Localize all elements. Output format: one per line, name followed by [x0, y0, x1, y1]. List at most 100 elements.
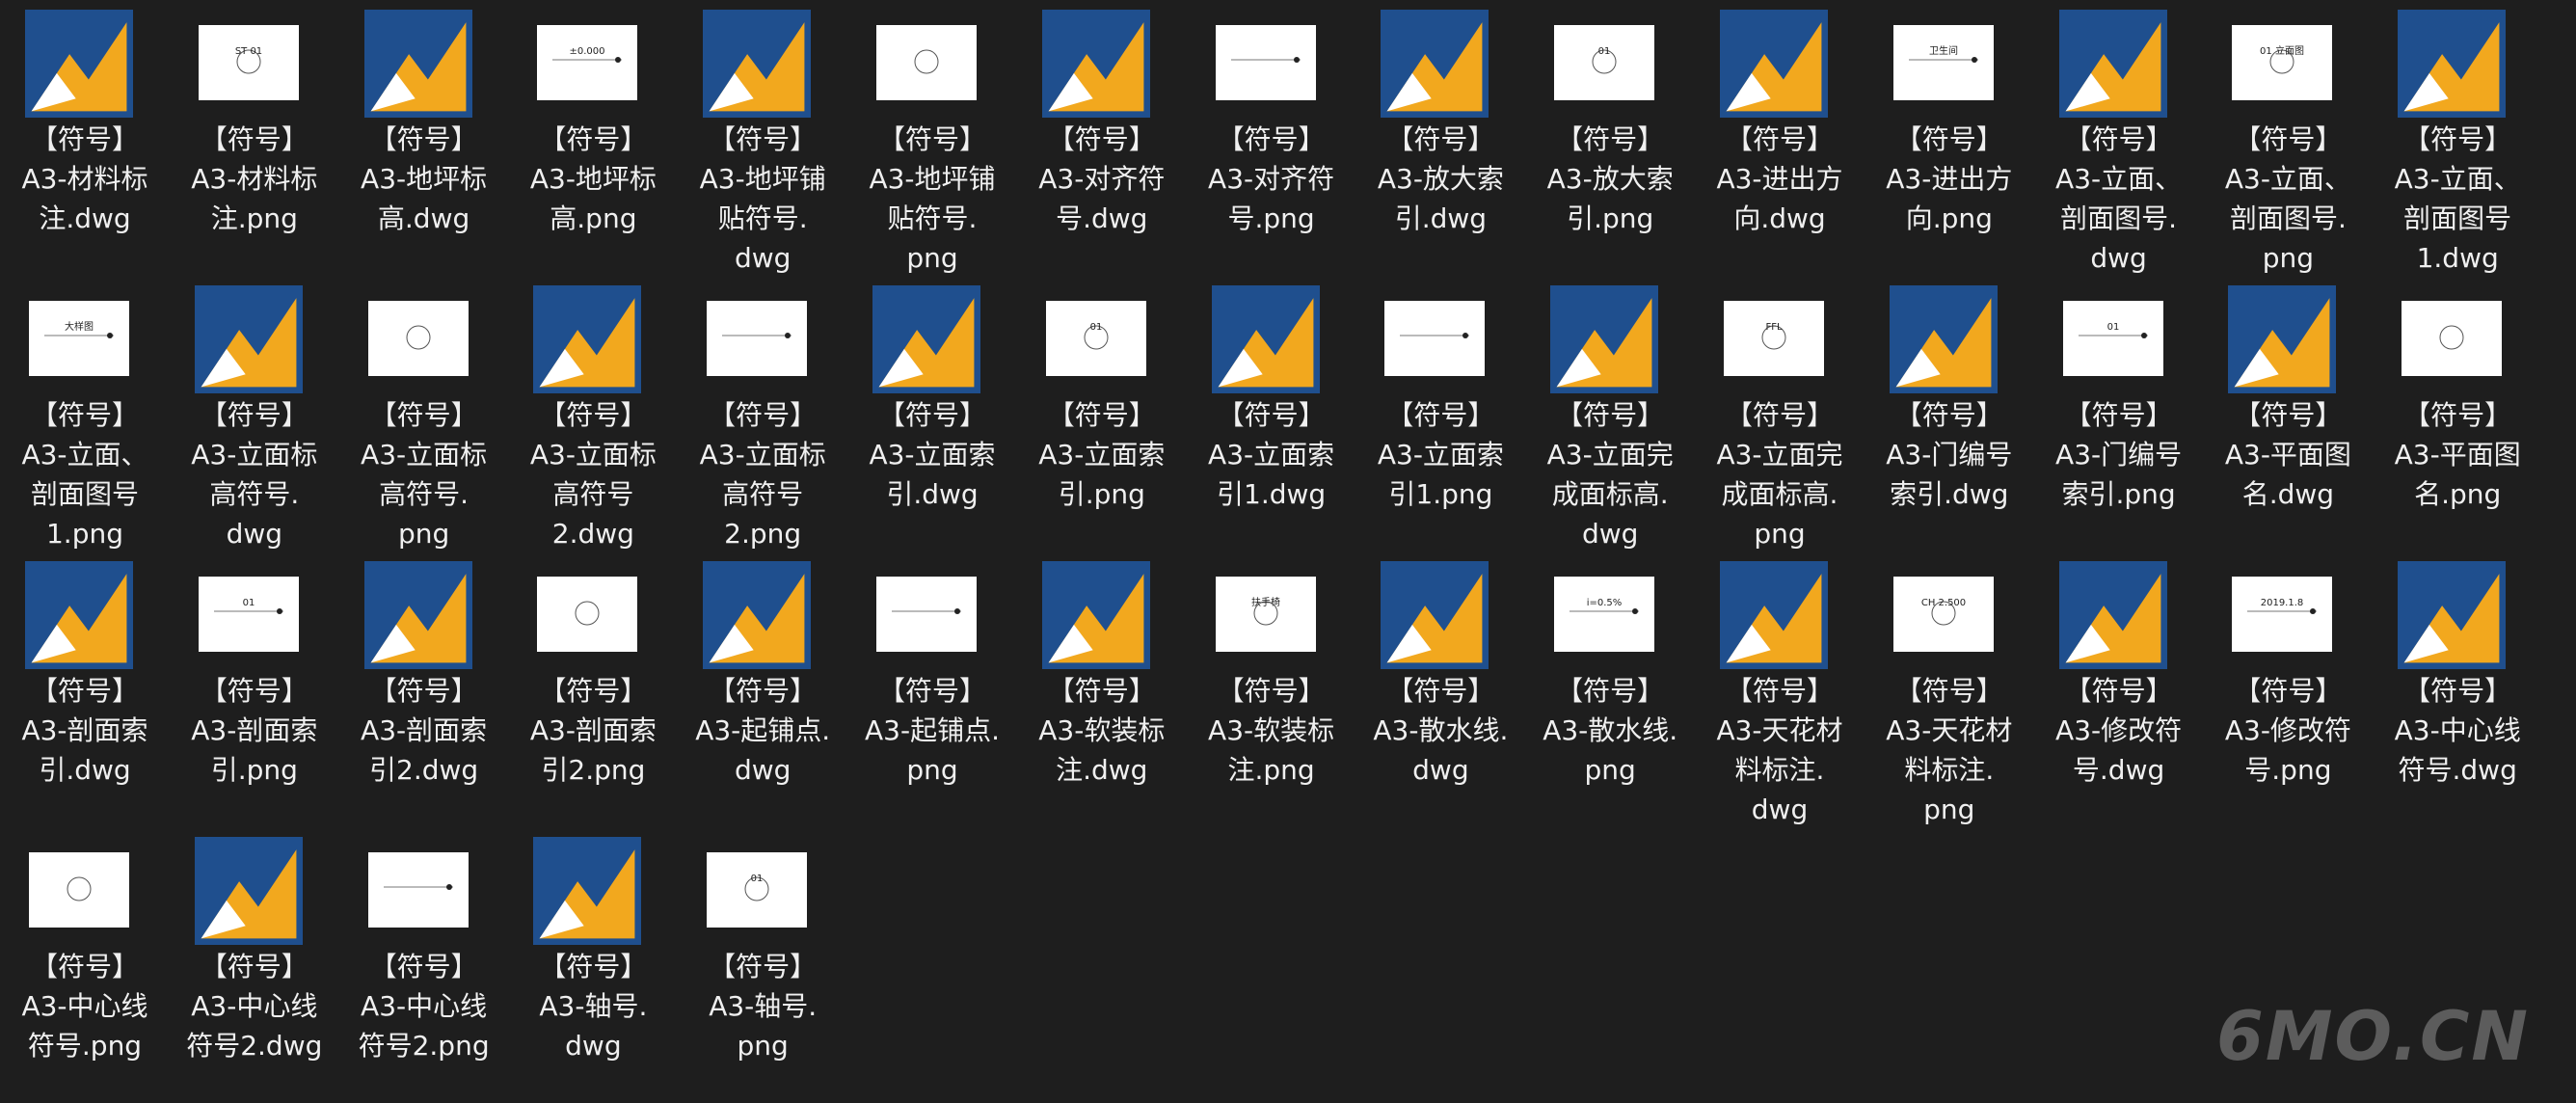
thumbnail-drawing	[1230, 57, 1301, 63]
file-name-line: png	[906, 754, 958, 786]
file-name-line: 【符号】	[2234, 123, 2343, 155]
file-item[interactable]: 【符号】 A3-立面索 引.dwg	[847, 276, 1017, 552]
file-item[interactable]: ST 01 【符号】 A3-材料标 注.png	[170, 0, 339, 276]
png-thumbnail	[367, 852, 469, 928]
file-item[interactable]: 01 【符号】 A3-剖面索 引.png	[170, 552, 339, 827]
file-item[interactable]: 【符号】 A3-剖面索 引2.png	[508, 552, 678, 827]
file-item[interactable]: 2019.1.8 【符号】 A3-修改符号.dwg	[2034, 552, 2204, 827]
file-name: 【符号】 A3-平面图 名.dwg	[2203, 395, 2373, 514]
file-item[interactable]: 【符号】 A3-立面标 高符号 2.png	[678, 276, 847, 552]
file-item[interactable]: 【符号】 A3-平面图 名.dwg	[2203, 276, 2373, 552]
file-name-line: 索引.png	[2061, 478, 2176, 510]
file-item[interactable]: 【符号】 A3-地坪铺 贴符号. png	[847, 0, 1017, 276]
thumbnail-drawing: CH 2.500	[1921, 598, 1966, 626]
thumbnail-text: 2019.1.8	[2261, 598, 2304, 608]
file-name-line: 2.png	[724, 518, 802, 550]
file-item[interactable]: FFL 【符号】 A3-立面完 成面标高. png	[1695, 276, 1865, 552]
file-item[interactable]: 大样图 【符号】 A3-立面、 剖面图号 1.png	[0, 276, 170, 552]
file-name-line: 符号2.png	[358, 1030, 490, 1062]
file-item[interactable]: 01 【符号】 A3-立面索 引.png	[1017, 276, 1187, 552]
file-name-line: 引.png	[1058, 478, 1145, 510]
file-item[interactable]: 【符号】 A3-中心线 符号2.png	[339, 827, 509, 1103]
file-name: 【符号】 A3-立面完 成面标高. dwg	[1525, 395, 1695, 553]
file-name-line: 【符号】	[539, 675, 648, 707]
file-name-line: A3-立面标	[191, 439, 318, 471]
file-item[interactable]: 01 【符号】 A3-放大索引.dwg	[1355, 0, 1525, 276]
dwg-file-icon	[533, 285, 642, 393]
file-item[interactable]: ±0.000 【符号】 A3-地坪标 高.png	[508, 0, 678, 276]
file-item[interactable]: 【符号】 A3-对齐符 号.dwg	[1017, 0, 1187, 276]
file-name-line: 【符号】	[30, 123, 139, 155]
file-item[interactable]: 【符号】 A3-立面索 引1.png	[1355, 276, 1525, 552]
file-item[interactable]: 【符号】 A3-立面标 高符号. dwg	[170, 276, 339, 552]
dwg-file-icon	[194, 837, 303, 945]
png-thumbnail: 01	[1045, 301, 1146, 376]
file-item[interactable]: 【符号】 A3-进出方 向.dwg	[1695, 0, 1865, 276]
file-item[interactable]: ST 01 【符号】 A3-材料标注.dwg	[0, 0, 170, 276]
png-thumbnail	[707, 301, 808, 376]
thumbnail-drawing	[914, 49, 939, 74]
file-name-line: 注.png	[210, 202, 298, 234]
file-item[interactable]: 【符号】 A3-立面、 剖面图号 1.dwg	[2373, 0, 2542, 276]
file-name-line: 引1.png	[1388, 478, 1493, 510]
file-item[interactable]: 【符号】 A3-地坪铺 贴符号. dwg	[678, 0, 847, 276]
file-item[interactable]: 【符号】 A3-天花材 料标注. dwg	[1695, 552, 1865, 827]
file-item[interactable]: 01 立面图 【符号】 A3-立面、 剖面图号. png	[2203, 0, 2373, 276]
dwg-file-icon	[25, 561, 133, 669]
file-item[interactable]: 【符号】 A3-中心线 符号.dwg	[2373, 552, 2542, 827]
file-name-line: A3-中心线	[2394, 714, 2521, 746]
file-name-line: 1.png	[45, 518, 123, 550]
file-name-line: 【符号】	[369, 123, 478, 155]
file-name-line: A3-轴号.	[709, 990, 818, 1022]
file-item[interactable]: 【符号】 A3-剖面索 引.dwg	[0, 552, 170, 827]
file-item[interactable]: 【符号】 A3-软装标 注.dwg	[1017, 552, 1187, 827]
file-name-line: dwg	[226, 518, 283, 550]
file-item[interactable]: 01 【符号】 A3-轴号. dwg	[508, 827, 678, 1103]
file-name-line: 号.dwg	[1056, 202, 1148, 234]
file-name-line: 引.png	[210, 754, 298, 786]
file-item[interactable]: 卫生间 【符号】 A3-进出方 向.png	[1865, 0, 2034, 276]
file-item[interactable]: ±0.000 【符号】 A3-地坪标高.dwg	[339, 0, 509, 276]
dwg-thumbnail	[25, 561, 133, 669]
file-item[interactable]: 【符号】 A3-起铺点. dwg	[678, 552, 847, 827]
dwg-thumbnail	[1550, 285, 1659, 393]
file-item[interactable]: 【符号】 A3-中心线 符号2.dwg	[170, 827, 339, 1103]
file-item[interactable]: 【符号】 A3-剖面索 引2.dwg	[339, 552, 509, 827]
file-item[interactable]: 【符号】 A3-立面、 剖面图号. dwg	[2034, 0, 2204, 276]
file-name-line: 引1.dwg	[1217, 478, 1327, 510]
file-name-line: 名.png	[2414, 478, 2502, 510]
file-item[interactable]: 01 【符号】 A3-轴号. png	[678, 827, 847, 1103]
file-name-line: 【符号】	[369, 399, 478, 431]
file-item[interactable]: 扶手椅 【符号】 A3-软装标 注.png	[1187, 552, 1356, 827]
file-item[interactable]: 【符号】 A3-立面标 高符号. png	[339, 276, 509, 552]
file-item[interactable]: 【符号】 A3-立面完 成面标高. dwg	[1525, 276, 1695, 552]
file-item[interactable]: 【符号】 A3-对齐符 号.png	[1187, 0, 1356, 276]
file-name-line: A3-修改符	[2224, 714, 2351, 746]
file-item[interactable]: 【符号】 A3-起铺点. png	[847, 552, 1017, 827]
file-item[interactable]: 01 【符号】 A3-门编号索引.dwg	[1865, 276, 2034, 552]
file-name: 【符号】 A3-立面索 引.dwg	[847, 395, 1017, 514]
png-thumbnail: CH 2.500	[1892, 577, 1994, 652]
file-item[interactable]: 01 【符号】 A3-放大索 引.png	[1525, 0, 1695, 276]
file-name-line: 高符号.	[379, 478, 470, 510]
file-item[interactable]: 【符号】 A3-中心线 符号.png	[0, 827, 170, 1103]
dwg-thumbnail	[1720, 561, 1828, 669]
file-name-line: A3-轴号.	[539, 990, 648, 1022]
dwg-thumbnail: 01	[533, 837, 642, 945]
file-name-line: A3-立面、	[2394, 163, 2521, 195]
png-thumbnail: 大样图	[29, 301, 129, 376]
file-name-line: A3-材料标	[191, 163, 318, 195]
file-item[interactable]: 【符号】 A3-立面索 引1.dwg	[1187, 276, 1356, 552]
file-name-line: A3-剖面索	[529, 714, 657, 746]
file-name-line: A3-天花材	[1886, 714, 2013, 746]
file-name-line: 【符号】	[709, 951, 818, 982]
file-name-line: 料标注.	[1904, 754, 1995, 786]
file-item[interactable]: 【符号】 A3-立面标 高符号 2.dwg	[508, 276, 678, 552]
file-item[interactable]: i=0.5% 【符号】 A3-散水线. dwg	[1355, 552, 1525, 827]
file-item[interactable]: 【符号】 A3-平面图 名.png	[2373, 276, 2542, 552]
file-item[interactable]: 2019.1.8 【符号】 A3-修改符 号.png	[2203, 552, 2373, 827]
file-item[interactable]: i=0.5% 【符号】 A3-散水线. png	[1525, 552, 1695, 827]
file-item[interactable]: CH 2.500 【符号】 A3-天花材 料标注. png	[1865, 552, 2034, 827]
file-name-line: A3-放大索	[1546, 163, 1674, 195]
file-item[interactable]: 01 【符号】 A3-门编号 索引.png	[2034, 276, 2204, 552]
